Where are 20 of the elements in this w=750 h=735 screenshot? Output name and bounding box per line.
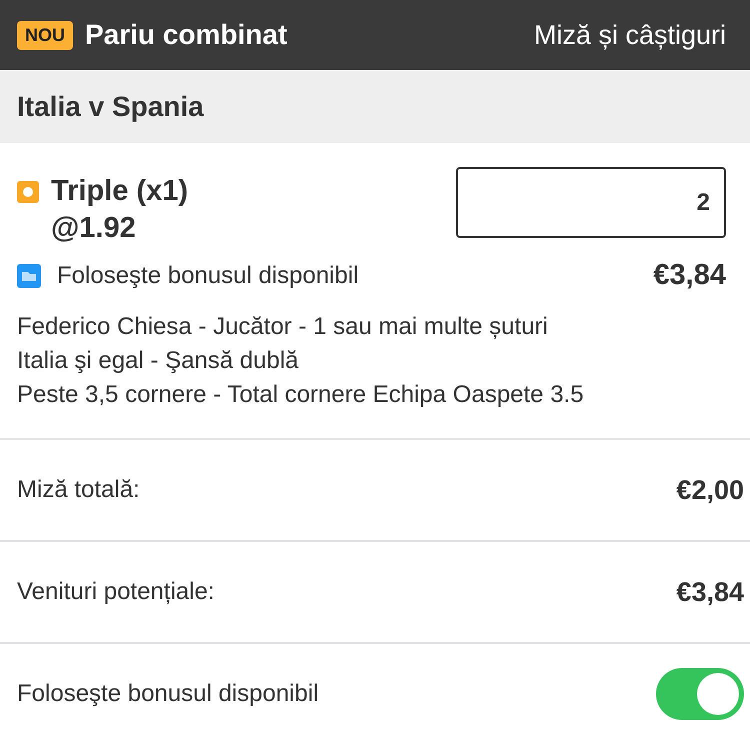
new-badge: NOU (17, 20, 73, 50)
bonus-label: Foloseşte bonusul disponibil (57, 262, 359, 290)
bet-odds: @1.92 (51, 212, 137, 245)
stake-field[interactable]: 2 (456, 167, 726, 238)
header-link[interactable]: Miză și câștiguri (534, 20, 726, 50)
event-title: Italia v Spania (17, 90, 204, 122)
header-title: Pariu combinat (85, 19, 288, 51)
selection-text: Peste 3,5 cornere - Total cornere Echipa Oaspete 3.5 (17, 380, 585, 410)
summary-value: €3,84 (676, 576, 744, 608)
summary-value: €2,00 (676, 474, 744, 506)
bet-returns: €3,84 (653, 259, 726, 292)
summary-label: Venituri potențiale: (17, 578, 214, 606)
selection-text: Italia şi egal - Şansă dublă (17, 346, 300, 376)
selection-text: Federico Chiesa - Jucător - 1 sau mai multe șuturi (17, 312, 549, 342)
summary-label: Foloseşte bonusul disponibil (17, 680, 319, 708)
bonus-toggle[interactable] (656, 668, 744, 720)
bet-type-icon (17, 180, 39, 202)
bet-name: Triple (x1) (51, 175, 188, 208)
bonus-icon (17, 264, 41, 288)
summary-label: Miză totală: (17, 476, 140, 504)
